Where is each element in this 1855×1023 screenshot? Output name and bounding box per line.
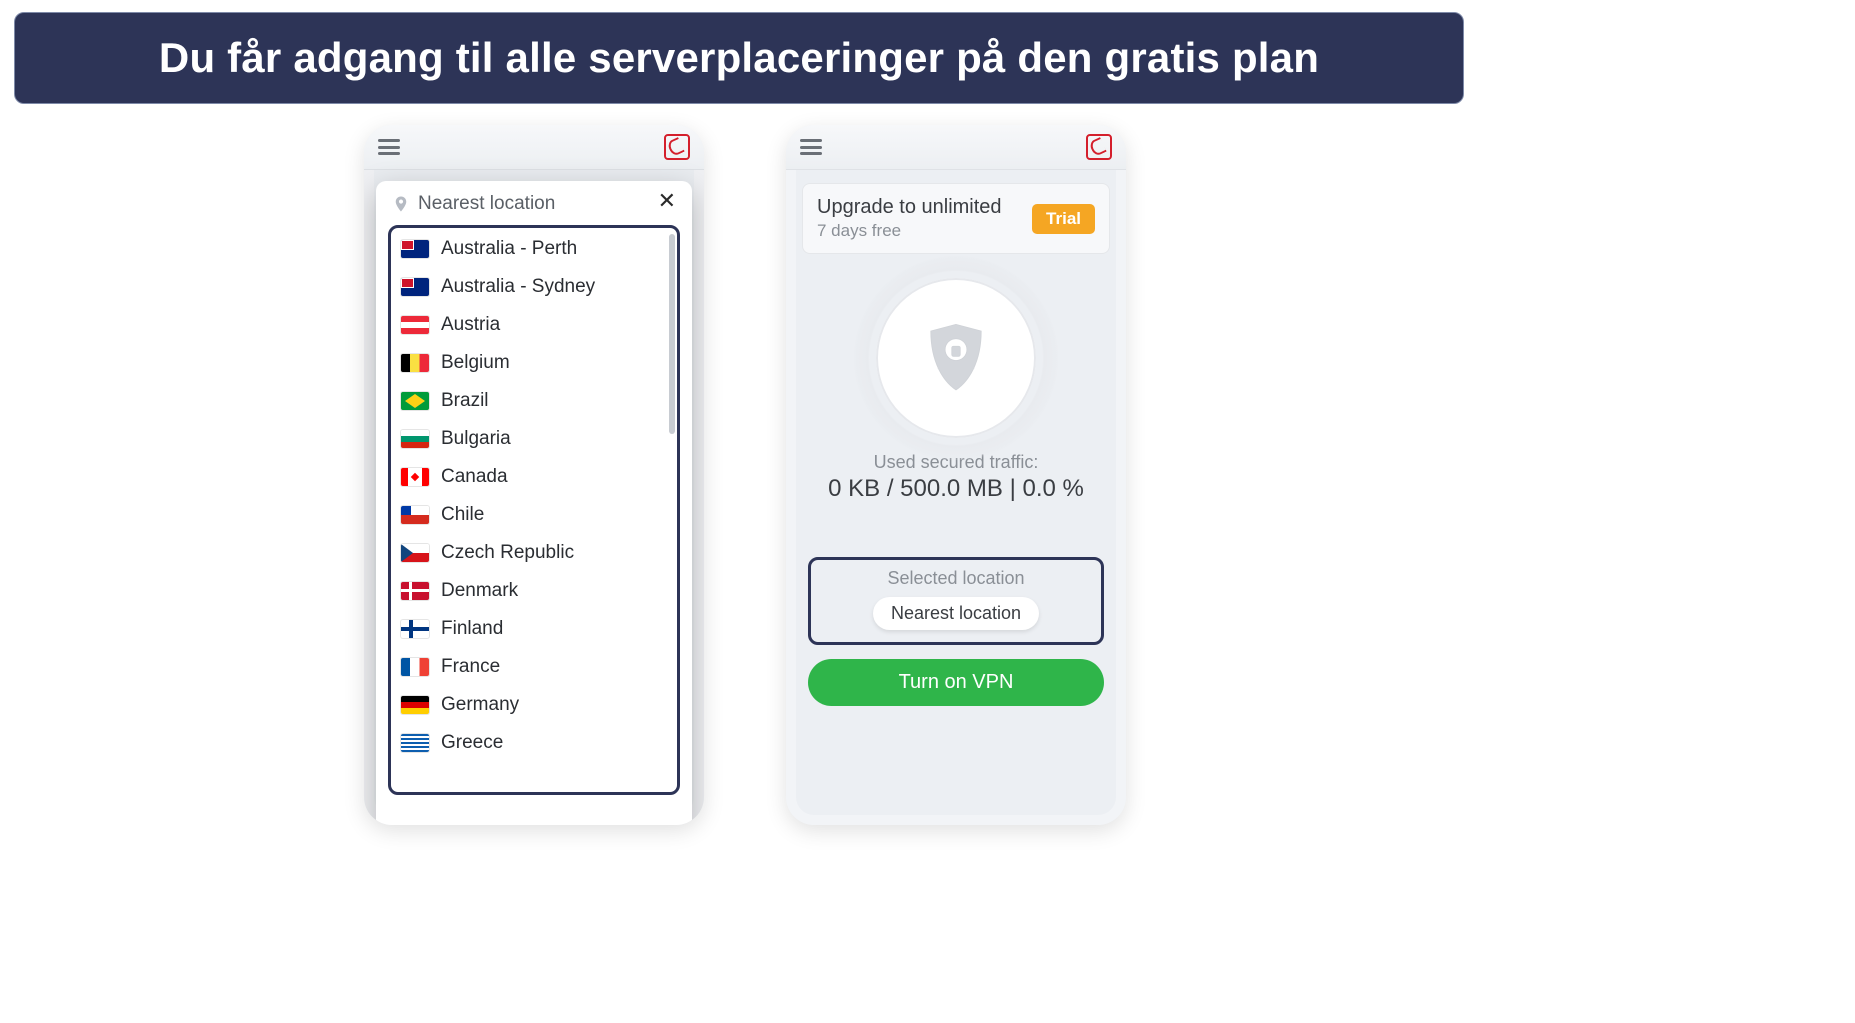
headline-text: Du får adgang til alle serverplaceringer… bbox=[159, 34, 1319, 82]
nearest-location-row[interactable]: Nearest location bbox=[376, 189, 692, 225]
flag-icon bbox=[401, 354, 429, 372]
location-item-label: Chile bbox=[441, 504, 484, 526]
flag-icon bbox=[401, 468, 429, 486]
location-item-label: Finland bbox=[441, 618, 503, 640]
location-popup-overlay: ✕ Nearest location Australia - PerthAust… bbox=[364, 169, 704, 825]
phone-location-list: ✕ Nearest location Australia - PerthAust… bbox=[364, 125, 704, 825]
location-item[interactable]: Denmark bbox=[395, 572, 673, 610]
turn-on-vpn-button[interactable]: Turn on VPN bbox=[808, 659, 1104, 706]
flag-icon bbox=[401, 392, 429, 410]
phone-main-screen: Upgrade to unlimited 7 days free Trial U… bbox=[786, 125, 1126, 825]
flag-icon bbox=[401, 544, 429, 562]
location-item-label: Bulgaria bbox=[441, 428, 511, 450]
flag-icon bbox=[401, 506, 429, 524]
vpn-shield-icon bbox=[914, 316, 998, 400]
location-item-label: Austria bbox=[441, 314, 500, 336]
location-item-label: Greece bbox=[441, 732, 503, 754]
location-item-label: Czech Republic bbox=[441, 542, 574, 564]
location-item-label: Australia - Sydney bbox=[441, 276, 595, 298]
close-icon[interactable]: ✕ bbox=[652, 189, 682, 213]
flag-icon bbox=[401, 696, 429, 714]
scrollbar[interactable] bbox=[669, 234, 675, 786]
flag-icon bbox=[401, 582, 429, 600]
hamburger-menu-icon[interactable] bbox=[800, 139, 822, 155]
avira-logo-icon bbox=[664, 134, 690, 160]
location-item-label: Belgium bbox=[441, 352, 510, 374]
flag-icon bbox=[401, 240, 429, 258]
location-item-label: Denmark bbox=[441, 580, 518, 602]
location-item-label: Brazil bbox=[441, 390, 489, 412]
vpn-status-medallion bbox=[876, 278, 1036, 438]
selected-location-frame: Selected location Nearest location bbox=[808, 557, 1104, 645]
headline-banner: Du får adgang til alle serverplaceringer… bbox=[14, 12, 1464, 104]
location-item[interactable]: Brazil bbox=[395, 382, 673, 420]
location-item[interactable]: Germany bbox=[395, 686, 673, 724]
location-item[interactable]: Canada bbox=[395, 458, 673, 496]
location-item[interactable]: Finland bbox=[395, 610, 673, 648]
flag-icon bbox=[401, 658, 429, 676]
location-item-label: Australia - Perth bbox=[441, 238, 577, 260]
location-list-frame: Australia - Perth Australia - Sydney Austr… bbox=[388, 225, 680, 795]
location-item-label: Germany bbox=[441, 694, 519, 716]
location-item[interactable]: Czech Republic bbox=[395, 534, 673, 572]
traffic-value: 0 KB / 500.0 MB | 0.0 % bbox=[786, 475, 1126, 503]
flag-icon bbox=[401, 734, 429, 752]
flag-icon bbox=[401, 620, 429, 638]
location-item[interactable]: Belgium bbox=[395, 344, 673, 382]
flag-icon bbox=[401, 316, 429, 334]
flag-icon bbox=[401, 278, 429, 296]
trial-badge[interactable]: Trial bbox=[1032, 204, 1095, 234]
location-item-label: Canada bbox=[441, 466, 508, 488]
avira-logo-icon bbox=[1086, 134, 1112, 160]
location-item-label: France bbox=[441, 656, 500, 678]
location-item[interactable]: Bulgaria bbox=[395, 420, 673, 458]
location-popup-card: ✕ Nearest location Australia - PerthAust… bbox=[376, 181, 692, 825]
selected-location-label: Selected location bbox=[821, 568, 1091, 589]
location-item[interactable]: Greece bbox=[395, 724, 673, 762]
selected-location-pill[interactable]: Nearest location bbox=[873, 597, 1039, 630]
location-item[interactable]: France bbox=[395, 648, 673, 686]
upgrade-title: Upgrade to unlimited bbox=[817, 196, 1002, 219]
location-item[interactable]: Australia - Perth bbox=[395, 230, 673, 268]
scrollbar-thumb[interactable] bbox=[669, 234, 675, 434]
nearest-location-label: Nearest location bbox=[418, 193, 555, 215]
location-list[interactable]: Australia - Perth Australia - Sydney Austr… bbox=[395, 230, 673, 790]
location-item[interactable]: Austria bbox=[395, 306, 673, 344]
app-topbar bbox=[364, 125, 704, 170]
upgrade-subtitle: 7 days free bbox=[817, 221, 1002, 241]
app-topbar bbox=[786, 125, 1126, 170]
location-item[interactable]: Australia - Sydney bbox=[395, 268, 673, 306]
location-item[interactable]: Chile bbox=[395, 496, 673, 534]
location-pin-icon bbox=[392, 193, 410, 215]
flag-icon bbox=[401, 430, 429, 448]
hamburger-menu-icon[interactable] bbox=[378, 139, 400, 155]
upgrade-card[interactable]: Upgrade to unlimited 7 days free Trial bbox=[802, 183, 1110, 254]
